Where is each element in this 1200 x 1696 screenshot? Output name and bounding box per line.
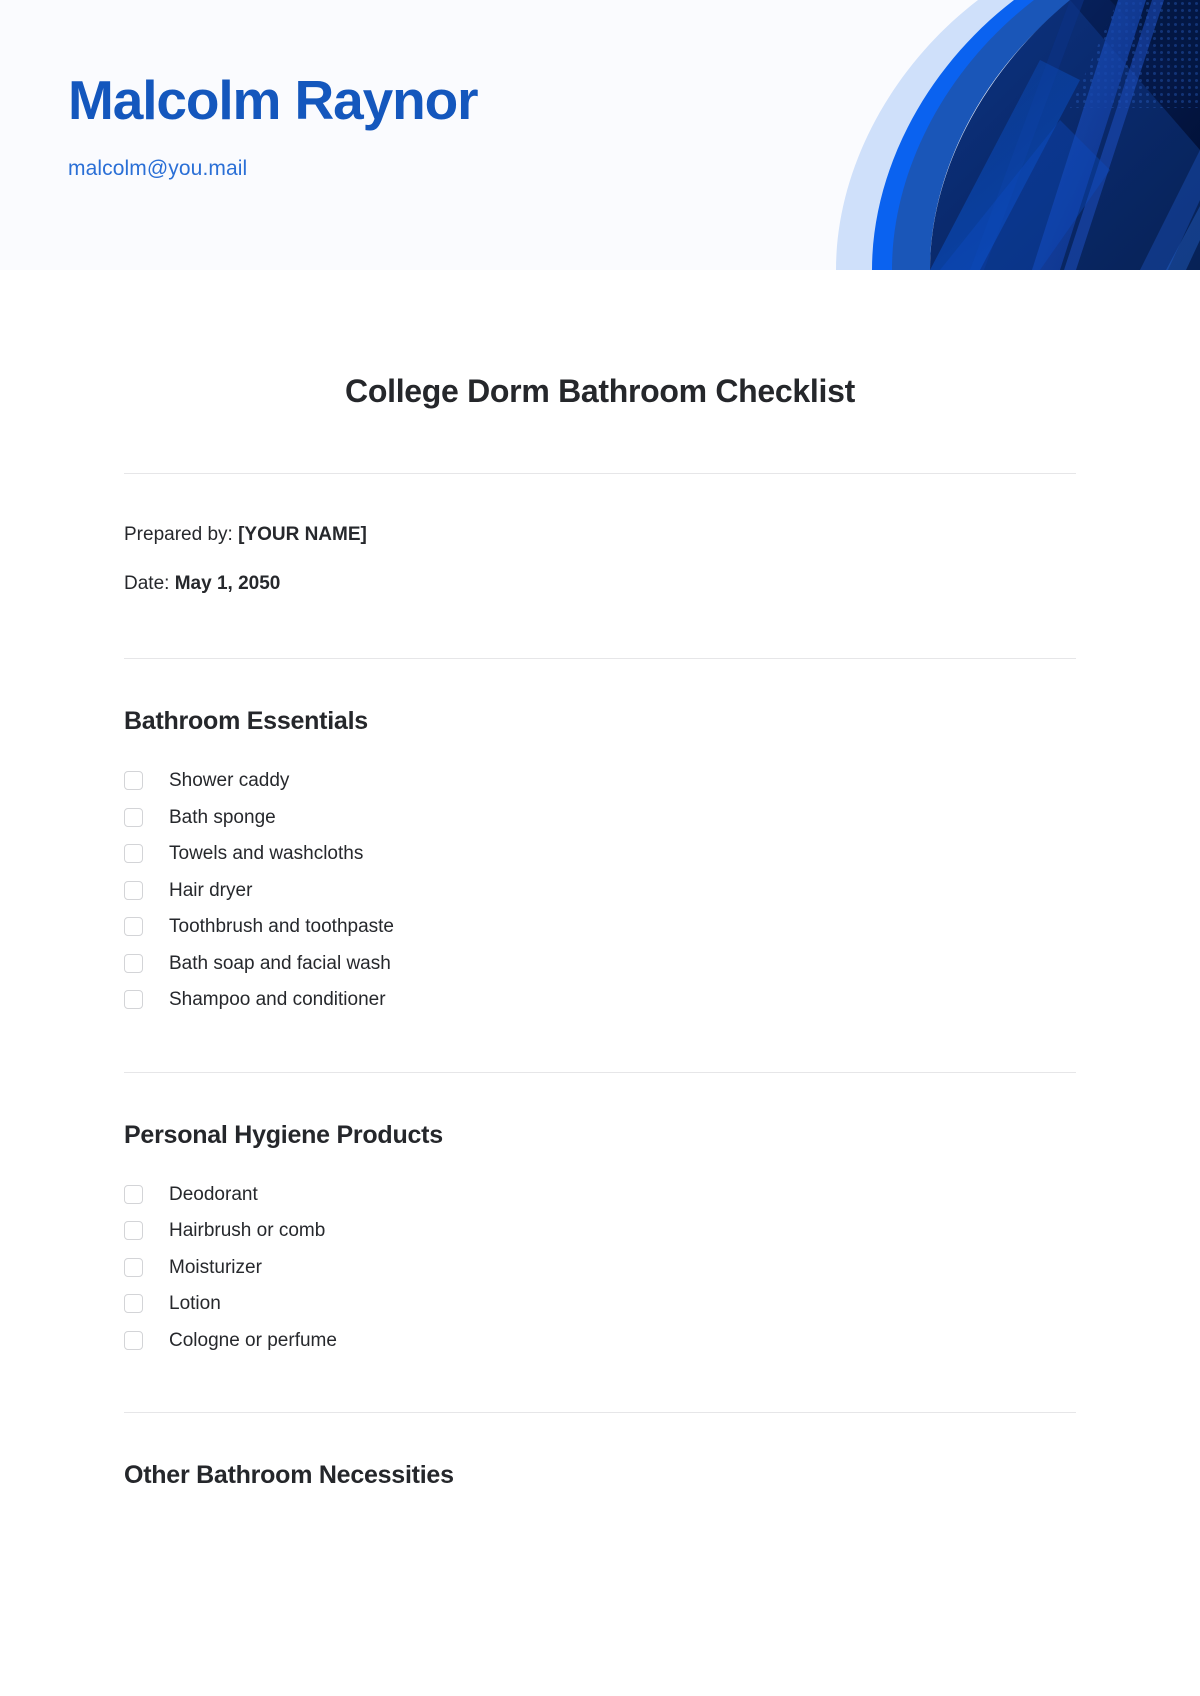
checklist: Shower caddy Bath sponge Towels and wash… — [124, 762, 1076, 1018]
checkbox-icon[interactable] — [124, 953, 143, 973]
checklist-section: Other Bathroom Necessities — [124, 1461, 1076, 1490]
list-item[interactable]: Hairbrush or comb — [124, 1212, 1076, 1249]
checkbox-icon[interactable] — [124, 844, 143, 864]
section-heading: Bathroom Essentials — [124, 707, 368, 736]
list-item-label: Towels and washcloths — [169, 843, 364, 865]
checkbox-icon[interactable] — [124, 880, 143, 900]
title-divider — [124, 473, 1076, 474]
checkbox-icon[interactable] — [124, 1294, 143, 1314]
date-label: Date: — [124, 572, 170, 594]
section-heading: Personal Hygiene Products — [124, 1120, 443, 1149]
list-item-label: Toothbrush and toothpaste — [169, 916, 395, 938]
list-item-label: Hairbrush or comb — [169, 1220, 326, 1242]
checkbox-icon[interactable] — [124, 917, 143, 937]
section-heading: Other Bathroom Necessities — [124, 1461, 454, 1490]
list-item[interactable]: Bath soap and facial wash — [124, 945, 1076, 982]
list-item[interactable]: Shampoo and conditioner — [124, 981, 1076, 1018]
prepared-by-label: Prepared by: — [124, 524, 233, 545]
list-item-label: Bath soap and facial wash — [169, 952, 391, 974]
list-item-label: Deodorant — [169, 1183, 258, 1205]
list-item[interactable]: Shower caddy — [124, 762, 1076, 799]
header-identity-block: Malcolm Raynor malcolm@you.mail — [68, 69, 479, 181]
checkbox-icon[interactable] — [124, 807, 143, 827]
checklist-section: Bathroom Essentials Shower caddy Bath sp… — [124, 707, 1076, 1018]
checklist: Deodorant Hairbrush or comb Moisturizer … — [124, 1176, 1076, 1359]
brand-name: Malcolm Raynor — [68, 69, 479, 131]
page-title: College Dorm Bathroom Checklist — [345, 373, 855, 409]
list-item-label: Cologne or perfume — [169, 1329, 337, 1351]
document-header: Malcolm Raynor malcolm@you.mail — [0, 0, 1200, 270]
list-item-label: Moisturizer — [169, 1256, 262, 1278]
metadata-divider — [124, 658, 1076, 660]
date-line: Date: May 1, 2050 — [124, 571, 1076, 597]
checkbox-icon[interactable] — [124, 1221, 143, 1241]
section-divider — [124, 1412, 1076, 1414]
checkbox-icon[interactable] — [124, 1330, 143, 1350]
prepared-by-value: [YOUR NAME] — [238, 524, 367, 545]
checklist-section: Personal Hygiene Products Deodorant Hair… — [124, 1121, 1076, 1359]
document-page: Malcolm Raynor malcolm@you.mail College … — [0, 0, 1200, 1696]
checkbox-icon[interactable] — [124, 1184, 143, 1204]
checkbox-icon[interactable] — [124, 771, 143, 791]
list-item[interactable]: Toothbrush and toothpaste — [124, 908, 1076, 945]
list-item[interactable]: Lotion — [124, 1285, 1076, 1322]
checkbox-icon[interactable] — [124, 1257, 143, 1277]
brand-email[interactable]: malcolm@you.mail — [68, 157, 477, 181]
header-decorative-graphic — [640, 0, 1200, 270]
checkbox-icon[interactable] — [124, 990, 143, 1010]
list-item-label: Lotion — [169, 1293, 221, 1315]
list-item-label: Shower caddy — [169, 770, 290, 792]
list-item[interactable]: Towels and washcloths — [124, 835, 1076, 872]
list-item-label: Hair dryer — [169, 879, 253, 901]
list-item[interactable]: Deodorant — [124, 1176, 1076, 1213]
document-metadata: Prepared by: [YOUR NAME] Date: May 1, 20… — [124, 522, 1076, 596]
list-item[interactable]: Hair dryer — [124, 872, 1076, 909]
document-body: College Dorm Bathroom Checklist Prepared… — [0, 373, 1200, 1490]
list-item[interactable]: Moisturizer — [124, 1249, 1076, 1286]
date-value: May 1, 2050 — [174, 572, 281, 594]
section-divider — [124, 1071, 1076, 1073]
list-item-label: Shampoo and conditioner — [169, 989, 386, 1011]
prepared-by-line: Prepared by: [YOUR NAME] — [124, 522, 1076, 548]
list-item-label: Bath sponge — [169, 806, 276, 828]
list-item[interactable]: Cologne or perfume — [124, 1322, 1076, 1359]
list-item[interactable]: Bath sponge — [124, 799, 1076, 836]
